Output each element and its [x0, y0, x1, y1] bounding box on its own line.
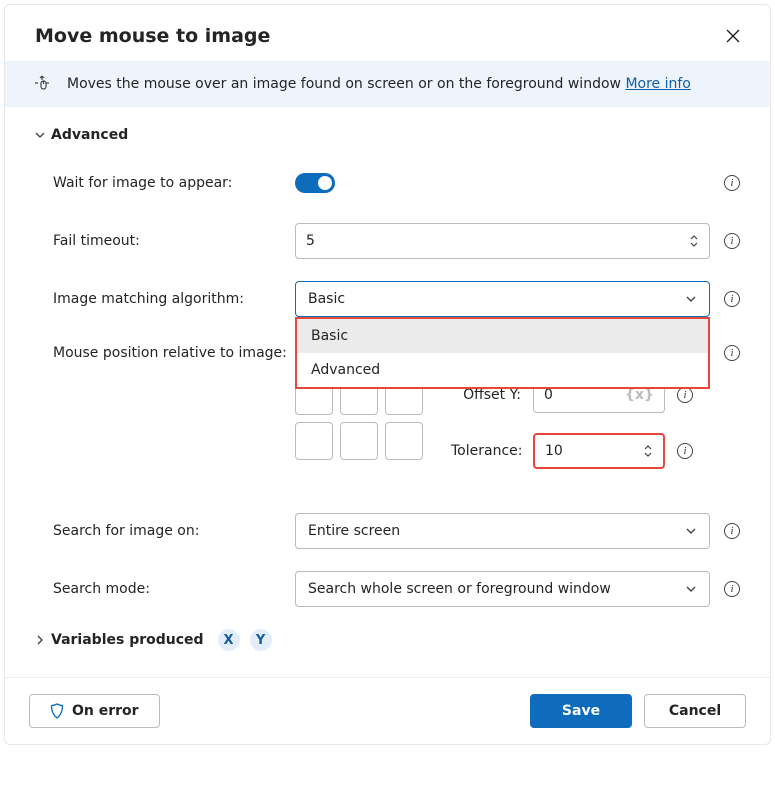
- tolerance-input[interactable]: 10: [533, 433, 665, 469]
- offset-y-label: Offset Y:: [451, 387, 521, 403]
- search-mode-label: Search mode:: [35, 581, 295, 597]
- variables-produced-toggle[interactable]: Variables produced X Y: [35, 629, 740, 651]
- dialog-title: Move mouse to image: [35, 25, 270, 47]
- variable-y-badge[interactable]: Y: [250, 629, 272, 651]
- more-info-link[interactable]: More info: [625, 76, 690, 92]
- step-down-icon[interactable]: [643, 452, 653, 458]
- grid-cell[interactable]: [340, 422, 378, 460]
- shield-icon: [50, 703, 64, 719]
- chevron-down-icon: [685, 583, 697, 595]
- search-mode-select[interactable]: Search whole screen or foreground window: [295, 571, 710, 607]
- close-icon: [726, 29, 740, 43]
- grid-cell[interactable]: [295, 422, 333, 460]
- wait-for-image-toggle[interactable]: [295, 173, 335, 193]
- algorithm-option-basic[interactable]: Basic: [297, 319, 708, 353]
- search-on-label: Search for image on:: [35, 523, 295, 539]
- algorithm-option-advanced[interactable]: Advanced: [297, 353, 708, 387]
- search-mode-row: Search mode: Search whole screen or fore…: [35, 571, 740, 607]
- move-mouse-icon: [35, 75, 53, 93]
- variable-placeholder-icon[interactable]: {x}: [625, 387, 654, 403]
- wait-for-image-label: Wait for image to appear:: [35, 175, 295, 191]
- algorithm-label: Image matching algorithm:: [35, 291, 295, 307]
- mouse-position-label: Mouse position relative to image:: [35, 339, 295, 361]
- tolerance-row: Tolerance: 10 i: [451, 433, 693, 469]
- tolerance-label: Tolerance:: [451, 443, 521, 459]
- info-icon[interactable]: i: [677, 443, 693, 459]
- info-icon[interactable]: i: [724, 345, 740, 361]
- algorithm-row: Image matching algorithm: Basic i Basic …: [35, 281, 740, 317]
- step-down-icon[interactable]: [689, 242, 699, 248]
- chevron-right-icon: [35, 635, 45, 645]
- on-error-button[interactable]: On error: [29, 694, 160, 728]
- dialog: Move mouse to image Moves the mouse over…: [4, 4, 771, 745]
- save-button[interactable]: Save: [530, 694, 632, 728]
- banner-text: Moves the mouse over an image found on s…: [67, 76, 691, 92]
- stepper[interactable]: [643, 445, 653, 458]
- algorithm-select[interactable]: Basic: [295, 281, 710, 317]
- info-icon[interactable]: i: [724, 523, 740, 539]
- dialog-footer: On error Save Cancel: [5, 677, 770, 744]
- info-icon[interactable]: i: [677, 387, 693, 403]
- info-icon[interactable]: i: [724, 291, 740, 307]
- step-up-icon[interactable]: [643, 445, 653, 451]
- grid-cell[interactable]: [385, 422, 423, 460]
- fail-timeout-row: Fail timeout: 5 i: [35, 223, 740, 259]
- cancel-button[interactable]: Cancel: [644, 694, 746, 728]
- dialog-header: Move mouse to image: [5, 5, 770, 61]
- chevron-down-icon: [35, 130, 45, 140]
- search-on-row: Search for image on: Entire screen i: [35, 513, 740, 549]
- fail-timeout-label: Fail timeout:: [35, 233, 295, 249]
- fail-timeout-input[interactable]: 5: [295, 223, 710, 259]
- chevron-down-icon: [685, 293, 697, 305]
- close-button[interactable]: [720, 23, 746, 49]
- advanced-section-toggle[interactable]: Advanced: [35, 127, 740, 143]
- info-icon[interactable]: i: [724, 233, 740, 249]
- position-grid: [295, 377, 423, 460]
- dialog-body: Advanced Wait for image to appear: i Fai…: [5, 107, 770, 677]
- algorithm-dropdown: Basic Advanced: [295, 317, 710, 389]
- info-icon[interactable]: i: [724, 581, 740, 597]
- wait-for-image-row: Wait for image to appear: i: [35, 165, 740, 201]
- search-on-select[interactable]: Entire screen: [295, 513, 710, 549]
- info-icon[interactable]: i: [724, 175, 740, 191]
- description-banner: Moves the mouse over an image found on s…: [5, 61, 770, 107]
- step-up-icon[interactable]: [689, 235, 699, 241]
- variable-x-badge[interactable]: X: [218, 629, 240, 651]
- stepper[interactable]: [689, 235, 699, 248]
- chevron-down-icon: [685, 525, 697, 537]
